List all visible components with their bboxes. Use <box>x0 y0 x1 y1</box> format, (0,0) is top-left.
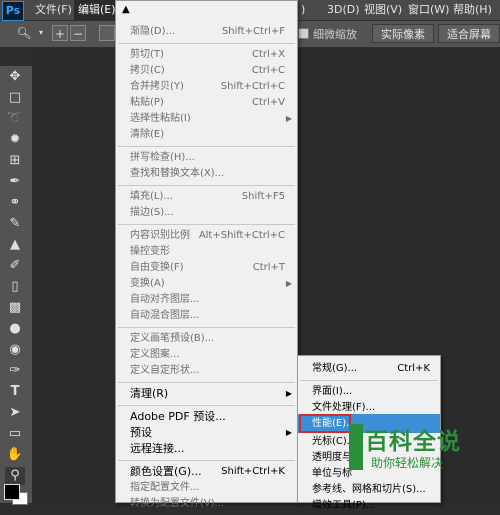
edit-menu-dropdown: ▲ 渐隐(D)... Shift+Ctrl+F 剪切(T) Ctrl+X 拷贝(C)… <box>115 0 298 509</box>
menu-item-define-pattern[interactable]: 定义图案... <box>116 347 297 363</box>
menu-item-auto-align-layers[interactable]: 自动对齐图层... <box>116 292 297 308</box>
menu-item-fade[interactable]: 渐隐(D)... Shift+Ctrl+F <box>116 24 297 40</box>
healing-brush-tool-icon[interactable]: ⚭ <box>5 194 25 212</box>
actual-pixels-button[interactable]: 实际像素 <box>372 24 434 43</box>
menu-item-auto-blend-layers[interactable]: 自动混合图层... <box>116 308 297 324</box>
menu-separator <box>118 224 295 225</box>
menu-item-fill[interactable]: 填充(L)... Shift+F5 <box>116 189 297 205</box>
scrubby-zoom-label: 细微缩放 <box>313 28 357 41</box>
pen-tool-icon[interactable]: ✑ <box>5 362 25 380</box>
zoom-out-icon[interactable]: − <box>70 25 86 41</box>
menu-separator <box>118 382 295 383</box>
menu-separator <box>300 380 438 381</box>
menu-item-color-settings[interactable]: 颜色设置(G)... Shift+Ctrl+K <box>116 464 297 480</box>
fit-screen-button[interactable]: 适合屏幕 <box>438 24 500 43</box>
menu-item-stroke[interactable]: 描边(S)... <box>116 205 297 221</box>
menu-partial-label[interactable]: ) <box>301 0 305 20</box>
menu-item-copy-merged[interactable]: 合并拷贝(Y) Shift+Ctrl+C <box>116 79 297 95</box>
menu-item-cut[interactable]: 剪切(T) Ctrl+X <box>116 47 297 63</box>
menu-item-paste-special[interactable]: 选择性粘贴(I) ▶ <box>116 111 297 127</box>
menu-item-paste[interactable]: 粘贴(P) Ctrl+V <box>116 95 297 111</box>
zoom-in-icon[interactable]: + <box>52 25 68 41</box>
eyedropper-tool-icon[interactable]: ✒ <box>5 173 25 191</box>
menu-item-remote-connections[interactable]: 远程连接... <box>116 441 297 457</box>
scrubby-zoom-checkbox[interactable] <box>298 28 309 39</box>
path-select-tool-icon[interactable]: ➤ <box>5 404 25 422</box>
watermark: 百科全说 助你轻松解决 <box>349 418 469 476</box>
lasso-tool-icon[interactable]: ➰ <box>5 110 25 128</box>
marquee-tool-icon[interactable]: □ <box>5 89 25 107</box>
crop-tool-icon[interactable]: ⊞ <box>5 152 25 170</box>
menu-window[interactable]: 窗口(W) <box>408 0 449 20</box>
menu-item-purge[interactable]: 清理(R) ▶ <box>116 386 297 402</box>
gradient-tool-icon[interactable]: ▩ <box>5 299 25 317</box>
eraser-tool-icon[interactable]: ▯ <box>5 278 25 296</box>
dodge-tool-icon[interactable]: ◉ <box>5 341 25 359</box>
rectangle-tool-icon[interactable]: ▭ <box>5 425 25 443</box>
menu-item-check-spelling[interactable]: 拼写检查(H)... <box>116 150 297 166</box>
menu-item-pdf-presets[interactable]: Adobe PDF 预设... <box>116 409 297 425</box>
menu-separator <box>118 185 295 186</box>
toolbox: ✥ □ ➰ ✹ ⊞ ✒ ⚭ ✎ ▲ ✐ ▯ ▩ ● ◉ ✑ T ➤ ▭ ✋ ⚲ <box>0 66 33 503</box>
menu-item-free-transform[interactable]: 自由变换(F) Ctrl+T <box>116 260 297 276</box>
history-brush-tool-icon[interactable]: ✐ <box>5 257 25 275</box>
menu-edit[interactable]: 编辑(E) <box>74 0 120 20</box>
submenu-arrow-icon: ▶ <box>285 389 292 398</box>
menu-item-convert-profile[interactable]: 转换为配置文件(V)... <box>116 496 297 512</box>
submenu-item-general[interactable]: 常规(G)... Ctrl+K <box>298 359 440 378</box>
menu-item-puppet-warp[interactable]: 操控变形 <box>116 244 297 260</box>
clone-stamp-tool-icon[interactable]: ▲ <box>5 236 25 254</box>
menu-item-find-replace[interactable]: 查找和替换文本(X)... <box>116 166 297 182</box>
move-tool-icon[interactable]: ✥ <box>5 68 25 86</box>
resize-windows-checkbox[interactable] <box>99 25 115 41</box>
menu-separator <box>118 405 295 406</box>
menu-item-define-brush[interactable]: 定义画笔预设(B)... <box>116 331 297 347</box>
watermark-badge <box>349 424 363 470</box>
menu-item-copy[interactable]: 拷贝(C) Ctrl+C <box>116 63 297 79</box>
menu-item-assign-profile[interactable]: 指定配置文件... <box>116 480 297 496</box>
type-tool-icon[interactable]: T <box>5 383 25 401</box>
hand-tool-icon[interactable]: ✋ <box>5 446 25 464</box>
triangle-up-icon[interactable]: ▲ <box>122 4 130 15</box>
photoshop-logo: Ps <box>2 1 24 21</box>
menu-view[interactable]: 视图(V) <box>364 0 402 20</box>
menu-separator <box>118 43 295 44</box>
menu-help[interactable]: 帮助(H) <box>453 0 492 20</box>
callout-highlight-box <box>299 414 351 433</box>
menu-item-transform[interactable]: 变换(A) ▶ <box>116 276 297 292</box>
quick-select-tool-icon[interactable]: ✹ <box>5 131 25 149</box>
tool-preset-dropdown-icon[interactable]: ▾ <box>33 25 49 41</box>
submenu-arrow-icon: ▶ <box>285 114 292 123</box>
zoom-tool-icon[interactable]: 🔍︎ <box>16 25 32 41</box>
watermark-subtitle: 助你轻松解决 <box>371 456 444 470</box>
menu-item-presets[interactable]: 预设 ▶ <box>116 425 297 441</box>
brush-tool-icon[interactable]: ✎ <box>5 215 25 233</box>
swap-colors-icon[interactable] <box>22 467 30 485</box>
submenu-arrow-icon: ▶ <box>285 428 292 437</box>
submenu-item-plugins[interactable]: 增效工具(P)... <box>298 496 440 515</box>
submenu-arrow-icon: ▶ <box>285 279 292 288</box>
blur-tool-icon[interactable]: ● <box>5 320 25 338</box>
foreground-color-swatch[interactable] <box>4 484 20 500</box>
menu-file[interactable]: 文件(F) <box>35 0 72 20</box>
menu-item-clear[interactable]: 清除(E) <box>116 127 297 143</box>
menu-separator <box>118 327 295 328</box>
watermark-title: 百科全说 <box>365 429 461 455</box>
menu-3d[interactable]: 3D(D) <box>327 0 360 20</box>
menu-separator <box>118 146 295 147</box>
menu-separator <box>118 460 295 461</box>
menu-item-define-shape[interactable]: 定义自定形状... <box>116 363 297 379</box>
menu-item-content-aware-scale[interactable]: 内容识别比例 Alt+Shift+Ctrl+C <box>116 228 297 244</box>
